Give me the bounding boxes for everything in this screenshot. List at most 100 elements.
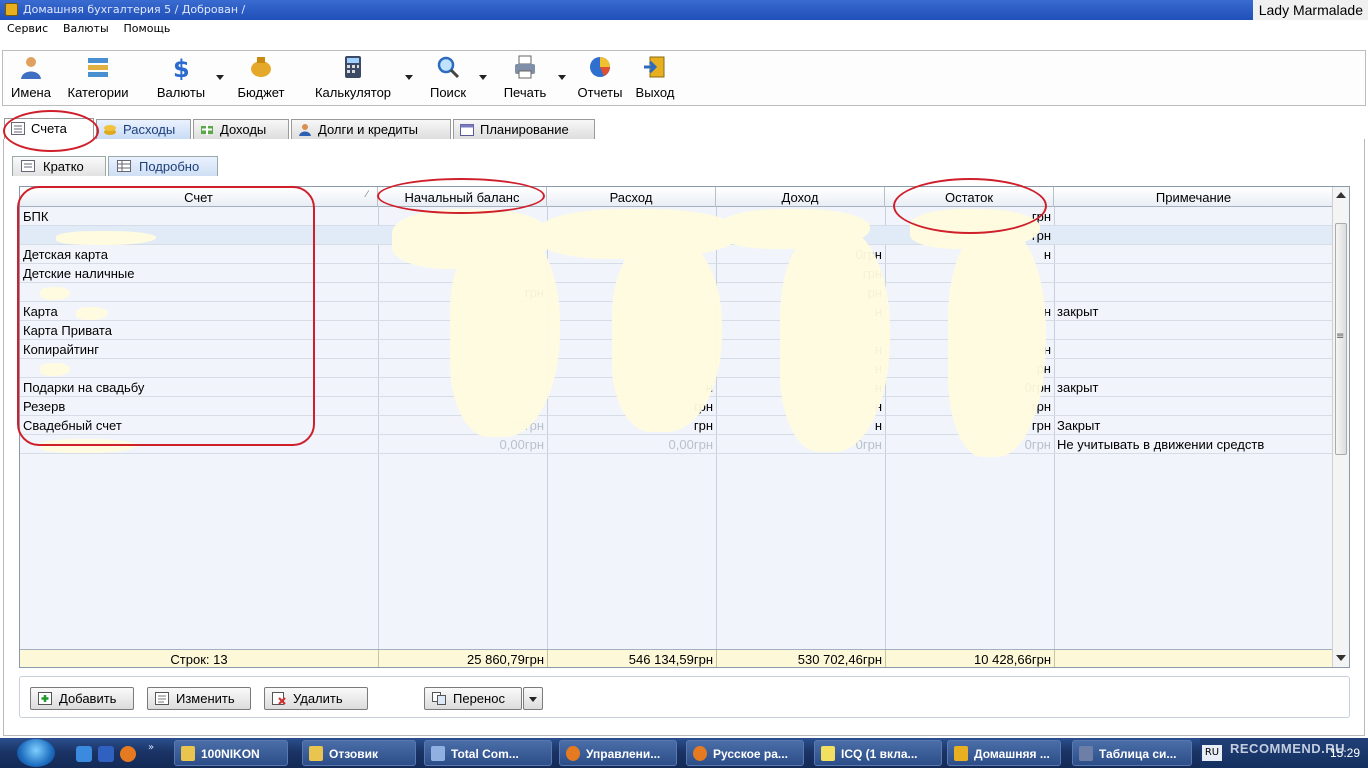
- menu-bar: Сервис Валюты Помощь: [0, 20, 1368, 40]
- person-icon: [299, 124, 311, 136]
- print-dropdown-arrow-icon[interactable]: [558, 75, 566, 80]
- search-icon: [437, 56, 460, 79]
- quicklaunch-expand-icon[interactable]: »: [148, 742, 154, 753]
- tab-debts-label: Долги и кредиты: [318, 122, 418, 137]
- calendar-icon: [460, 124, 474, 136]
- tab-planning[interactable]: Планирование: [453, 119, 595, 139]
- budget-button[interactable]: Бюджет: [231, 54, 291, 102]
- currency-icon: $: [173, 55, 190, 80]
- tab-income-label: Доходы: [220, 122, 267, 137]
- toolbar: Имена Категории $ Валюты Бюджет Калькуля…: [2, 50, 1366, 106]
- redaction-blur: [948, 227, 1046, 457]
- redaction-blur: [450, 227, 560, 437]
- redaction-blur: [612, 237, 722, 432]
- table-footer-totals: Строк: 13 25 860,79грн 546 134,59грн 530…: [20, 649, 1333, 667]
- column-header-income[interactable]: Доход: [716, 187, 885, 207]
- app-icon: [5, 3, 18, 16]
- tab-detailed-label: Подробно: [139, 159, 200, 174]
- task-firefox-russian[interactable]: Русское ра...: [686, 740, 804, 766]
- ie-icon[interactable]: [76, 746, 92, 762]
- column-header-note[interactable]: Примечание: [1054, 187, 1333, 207]
- reports-icon: [590, 57, 610, 77]
- task-firefox-manage[interactable]: Управлени...: [559, 740, 677, 766]
- balance-total: 10 428,66грн: [974, 652, 1051, 667]
- menu-currencies[interactable]: Валюты: [59, 20, 113, 35]
- calculator-dropdown-arrow-icon[interactable]: [405, 75, 413, 80]
- redaction-blur: [720, 209, 870, 249]
- menu-help[interactable]: Помощь: [119, 20, 174, 35]
- expense-cell: 0,00грн: [668, 437, 713, 452]
- annotation-oval: [3, 110, 99, 152]
- note-cell: закрыт: [1057, 380, 1099, 395]
- names-label: Имена: [11, 85, 51, 100]
- start-balance-total: 25 860,79грн: [467, 652, 544, 667]
- task-home-accounting[interactable]: Домашняя ...: [947, 740, 1061, 766]
- vertical-scrollbar[interactable]: ≡: [1332, 187, 1349, 667]
- scroll-up-arrow-icon[interactable]: [1336, 192, 1346, 198]
- categories-button[interactable]: Категории: [61, 54, 135, 102]
- print-icon: [515, 55, 535, 79]
- exit-label: Выход: [635, 85, 675, 100]
- scroll-down-arrow-icon[interactable]: [1336, 655, 1346, 661]
- reports-button[interactable]: Отчеты: [573, 54, 627, 102]
- task-icq[interactable]: ICQ (1 вкла...: [814, 740, 942, 766]
- categories-icon: [88, 58, 108, 77]
- task-total-commander[interactable]: Total Com...: [424, 740, 552, 766]
- transfer-icon: [432, 692, 446, 705]
- system-tray: RU RECOMMEND.RU 15:29: [1200, 738, 1368, 768]
- calculator-button[interactable]: Калькулятор: [305, 54, 401, 102]
- reports-label: Отчеты: [577, 85, 623, 100]
- tab-expenses[interactable]: Расходы: [96, 119, 191, 139]
- add-button[interactable]: Добавить: [30, 687, 134, 710]
- transfer-button[interactable]: Перенос: [424, 687, 522, 710]
- note-cell: Закрыт: [1057, 418, 1101, 433]
- transfer-button-label: Перенос: [453, 691, 505, 706]
- transfer-dropdown-button[interactable]: [523, 687, 543, 710]
- list-icon: [21, 160, 35, 172]
- menu-service[interactable]: Сервис: [3, 20, 52, 35]
- currency-button[interactable]: $ Валюты: [151, 54, 211, 102]
- edit-button-label: Изменить: [176, 691, 235, 706]
- taskbar: » 100NIKON Отзовик Total Com... Управлен…: [0, 738, 1368, 768]
- chevron-down-icon: [529, 697, 537, 702]
- search-dropdown-arrow-icon[interactable]: [479, 75, 487, 80]
- budget-label: Бюджет: [237, 85, 285, 100]
- tab-planning-label: Планирование: [480, 122, 569, 137]
- task-100nikon[interactable]: 100NIKON: [174, 740, 288, 766]
- print-button[interactable]: Печать: [497, 54, 553, 102]
- currency-dropdown-arrow-icon[interactable]: [216, 75, 224, 80]
- column-header-expense[interactable]: Расход: [547, 187, 716, 207]
- tab-debts-credits[interactable]: Долги и кредиты: [291, 119, 451, 139]
- coins-icon: [104, 125, 116, 135]
- exit-icon: [644, 56, 665, 78]
- tab-brief[interactable]: Кратко: [12, 156, 106, 176]
- exit-button[interactable]: Выход: [631, 54, 679, 102]
- desktop-icon[interactable]: [98, 746, 114, 762]
- names-button[interactable]: Имена: [7, 54, 55, 102]
- clock[interactable]: 15:29: [1330, 746, 1360, 760]
- search-button[interactable]: Поиск: [423, 54, 473, 102]
- action-panel: Добавить Изменить Удалить Перенос: [19, 676, 1350, 718]
- tab-income[interactable]: Доходы: [193, 119, 289, 139]
- row-count: Строк: 13: [170, 652, 228, 667]
- budget-icon: [251, 57, 271, 77]
- expense-total: 546 134,59грн: [628, 652, 713, 667]
- firefox-icon[interactable]: [120, 746, 136, 762]
- annotation-oval: [893, 178, 1047, 234]
- search-label: Поиск: [429, 85, 467, 100]
- delete-button[interactable]: Удалить: [264, 687, 368, 710]
- note-cell: закрыт: [1057, 304, 1099, 319]
- edit-button[interactable]: Изменить: [147, 687, 251, 710]
- annotation-oval: [377, 178, 545, 214]
- grip-icon: ≡: [1336, 331, 1345, 342]
- sort-indicator-icon: ⁄: [366, 190, 368, 200]
- currency-label: Валюты: [156, 85, 206, 100]
- start-button[interactable]: [17, 739, 55, 767]
- calculator-icon: [345, 56, 361, 78]
- tab-detailed[interactable]: Подробно: [108, 156, 218, 176]
- task-table[interactable]: Таблица си...: [1072, 740, 1192, 766]
- edit-icon: [155, 692, 169, 705]
- task-otzovik[interactable]: Отзовик: [302, 740, 416, 766]
- language-indicator[interactable]: RU: [1202, 745, 1222, 761]
- table-icon: [117, 160, 131, 172]
